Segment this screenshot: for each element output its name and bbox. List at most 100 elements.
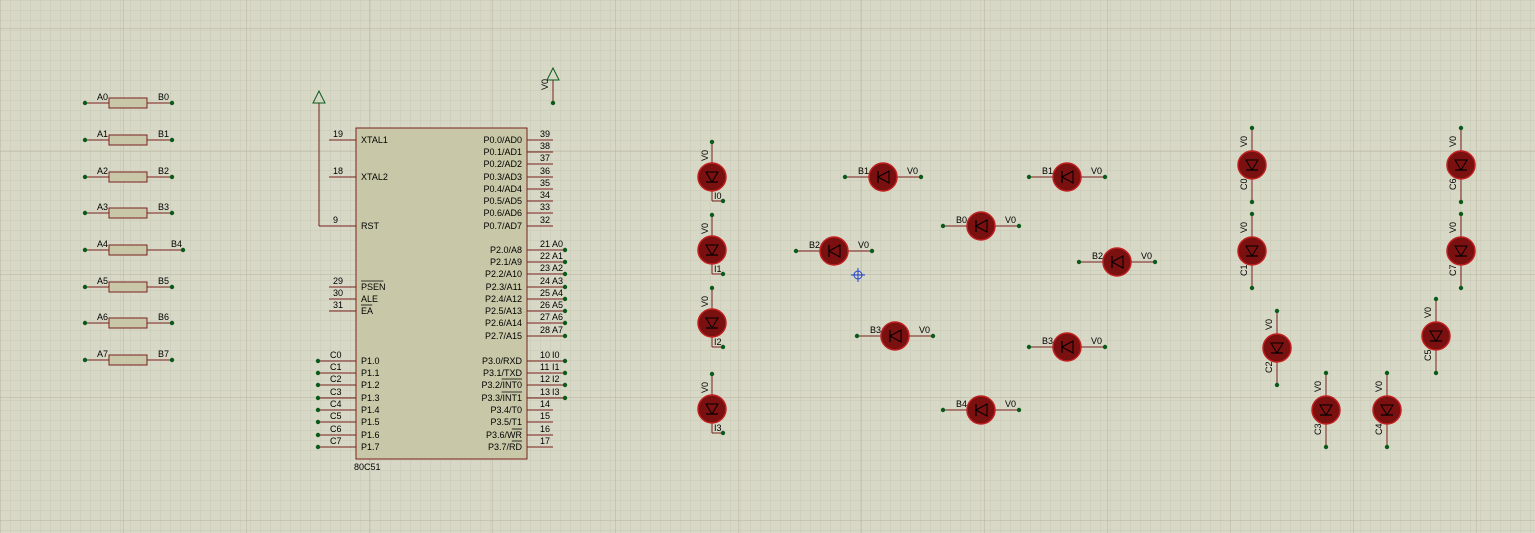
pin-dot[interactable] xyxy=(854,333,860,339)
pin-dot[interactable] xyxy=(82,174,88,180)
pin-dot[interactable] xyxy=(1249,125,1255,131)
pin-dot[interactable] xyxy=(562,395,568,401)
pin-dot[interactable] xyxy=(82,137,88,143)
pin-dot[interactable] xyxy=(169,174,175,180)
pin-dot[interactable] xyxy=(1458,125,1464,131)
pin-dot[interactable] xyxy=(169,284,175,290)
pin-dot[interactable] xyxy=(1026,344,1032,350)
pin-dot[interactable] xyxy=(169,357,175,363)
pin-dot[interactable] xyxy=(315,432,321,438)
pin-dot[interactable] xyxy=(562,284,568,290)
pin-dot[interactable] xyxy=(562,358,568,364)
led-body[interactable] xyxy=(966,395,996,425)
pin-dot[interactable] xyxy=(1026,174,1032,180)
pin-dot[interactable] xyxy=(169,320,175,326)
pin-name: P0.2/AD2 xyxy=(483,159,522,169)
pin-dot[interactable] xyxy=(709,139,715,145)
pin-dot[interactable] xyxy=(1152,259,1158,265)
pin-dot[interactable] xyxy=(169,210,175,216)
pin-dot[interactable] xyxy=(315,419,321,425)
pin-dot[interactable] xyxy=(1458,211,1464,217)
pin-dot[interactable] xyxy=(793,248,799,254)
net-label: C7 xyxy=(1448,264,1458,276)
pin-dot[interactable] xyxy=(1249,199,1255,205)
pin-dot[interactable] xyxy=(315,395,321,401)
schematic-canvas[interactable]: A0 B0 A1 B1 A2 B2 A3 B3 A4 B4 A5 B5 A6 B… xyxy=(0,0,1535,533)
pin-dot[interactable] xyxy=(562,382,568,388)
pin-dot[interactable] xyxy=(1016,407,1022,413)
pin-dot[interactable] xyxy=(1102,344,1108,350)
pin-dot[interactable] xyxy=(709,212,715,218)
pin-dot[interactable] xyxy=(918,174,924,180)
pin-dot[interactable] xyxy=(940,407,946,413)
led-body[interactable] xyxy=(1446,236,1476,266)
led-body[interactable] xyxy=(697,162,727,192)
led-body[interactable] xyxy=(1237,236,1267,266)
pin-dot[interactable] xyxy=(315,370,321,376)
pin-dot[interactable] xyxy=(709,285,715,291)
led-body[interactable] xyxy=(1421,321,1451,351)
led-body[interactable] xyxy=(697,394,727,424)
pin-dot[interactable] xyxy=(1274,308,1280,314)
pin-dot[interactable] xyxy=(930,333,936,339)
pin-dot[interactable] xyxy=(1016,223,1022,229)
pin-dot[interactable] xyxy=(1249,211,1255,217)
pin-dot[interactable] xyxy=(562,259,568,265)
pin-dot[interactable] xyxy=(169,137,175,143)
led-body[interactable] xyxy=(697,235,727,265)
pin-name: P3.2/INT0 xyxy=(481,380,522,390)
led-body[interactable] xyxy=(1372,395,1402,425)
pin-dot[interactable] xyxy=(82,284,88,290)
led-body[interactable] xyxy=(819,236,849,266)
pin-dot[interactable] xyxy=(562,308,568,314)
pin-dot[interactable] xyxy=(82,247,88,253)
led-body[interactable] xyxy=(1102,247,1132,277)
pin-dot[interactable] xyxy=(82,357,88,363)
led-body[interactable] xyxy=(1311,395,1341,425)
led-body[interactable] xyxy=(697,308,727,338)
led-body[interactable] xyxy=(1052,162,1082,192)
pin-dot[interactable] xyxy=(1274,382,1280,388)
led-body[interactable] xyxy=(966,211,996,241)
pin-name: P2.5/A13 xyxy=(485,306,522,316)
led-body[interactable] xyxy=(1052,332,1082,362)
pin-dot[interactable] xyxy=(82,320,88,326)
pin-dot[interactable] xyxy=(1249,285,1255,291)
led-body[interactable] xyxy=(1262,333,1292,363)
pin-dot[interactable] xyxy=(82,100,88,106)
pin-dot[interactable] xyxy=(1102,174,1108,180)
pin-dot[interactable] xyxy=(562,370,568,376)
pin-dot[interactable] xyxy=(1384,444,1390,450)
net-label: C1 xyxy=(1239,264,1249,276)
pin-dot[interactable] xyxy=(709,371,715,377)
pin-dot[interactable] xyxy=(1076,259,1082,265)
pin-dot[interactable] xyxy=(562,320,568,326)
pin-dot[interactable] xyxy=(82,210,88,216)
pin-dot[interactable] xyxy=(842,174,848,180)
pin-dot[interactable] xyxy=(1323,444,1329,450)
pin-dot[interactable] xyxy=(1433,370,1439,376)
pin-dot[interactable] xyxy=(1458,285,1464,291)
led-body[interactable] xyxy=(1446,150,1476,180)
led-body[interactable] xyxy=(880,321,910,351)
pin-dot[interactable] xyxy=(315,407,321,413)
pin-dot[interactable] xyxy=(315,358,321,364)
pin-dot[interactable] xyxy=(562,296,568,302)
net-label: C5 xyxy=(1423,349,1433,361)
pin-dot[interactable] xyxy=(562,247,568,253)
pin-dot[interactable] xyxy=(315,382,321,388)
pin-dot[interactable] xyxy=(1384,370,1390,376)
pin-dot[interactable] xyxy=(940,223,946,229)
pin-dot[interactable] xyxy=(169,100,175,106)
pin-dot[interactable] xyxy=(1458,199,1464,205)
led-body[interactable] xyxy=(868,162,898,192)
pin-dot[interactable] xyxy=(1323,370,1329,376)
pin-dot[interactable] xyxy=(869,248,875,254)
led-body[interactable] xyxy=(1237,150,1267,180)
pin-name: P1.1 xyxy=(361,368,380,378)
pin-dot[interactable] xyxy=(1433,296,1439,302)
net-label: I3 xyxy=(714,423,722,433)
pin-dot[interactable] xyxy=(315,444,321,450)
pin-dot[interactable] xyxy=(562,271,568,277)
pin-dot[interactable] xyxy=(562,333,568,339)
